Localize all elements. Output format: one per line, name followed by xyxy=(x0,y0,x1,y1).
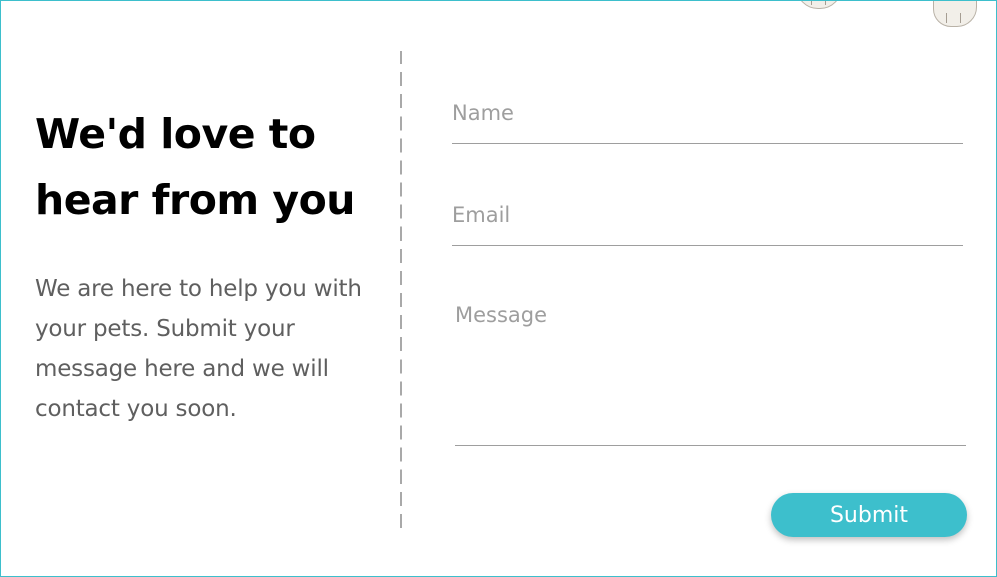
email-input[interactable] xyxy=(452,199,963,231)
contact-panel: We'd love to hear from you We are here t… xyxy=(0,0,997,577)
name-field-wrapper xyxy=(452,97,963,144)
message-field-wrapper xyxy=(455,303,966,446)
name-input[interactable] xyxy=(452,97,963,129)
pet-paw-image xyxy=(933,1,977,27)
pet-paw-image xyxy=(796,1,842,9)
submit-button[interactable]: Submit xyxy=(771,493,967,537)
intro-text: We are here to help you with your pets. … xyxy=(35,276,362,422)
dashed-divider xyxy=(400,51,402,533)
contact-intro: We'd love to hear from you We are here t… xyxy=(35,101,375,429)
email-field-wrapper xyxy=(452,199,963,246)
page-title: We'd love to hear from you xyxy=(35,110,355,224)
message-textarea[interactable] xyxy=(455,303,966,433)
